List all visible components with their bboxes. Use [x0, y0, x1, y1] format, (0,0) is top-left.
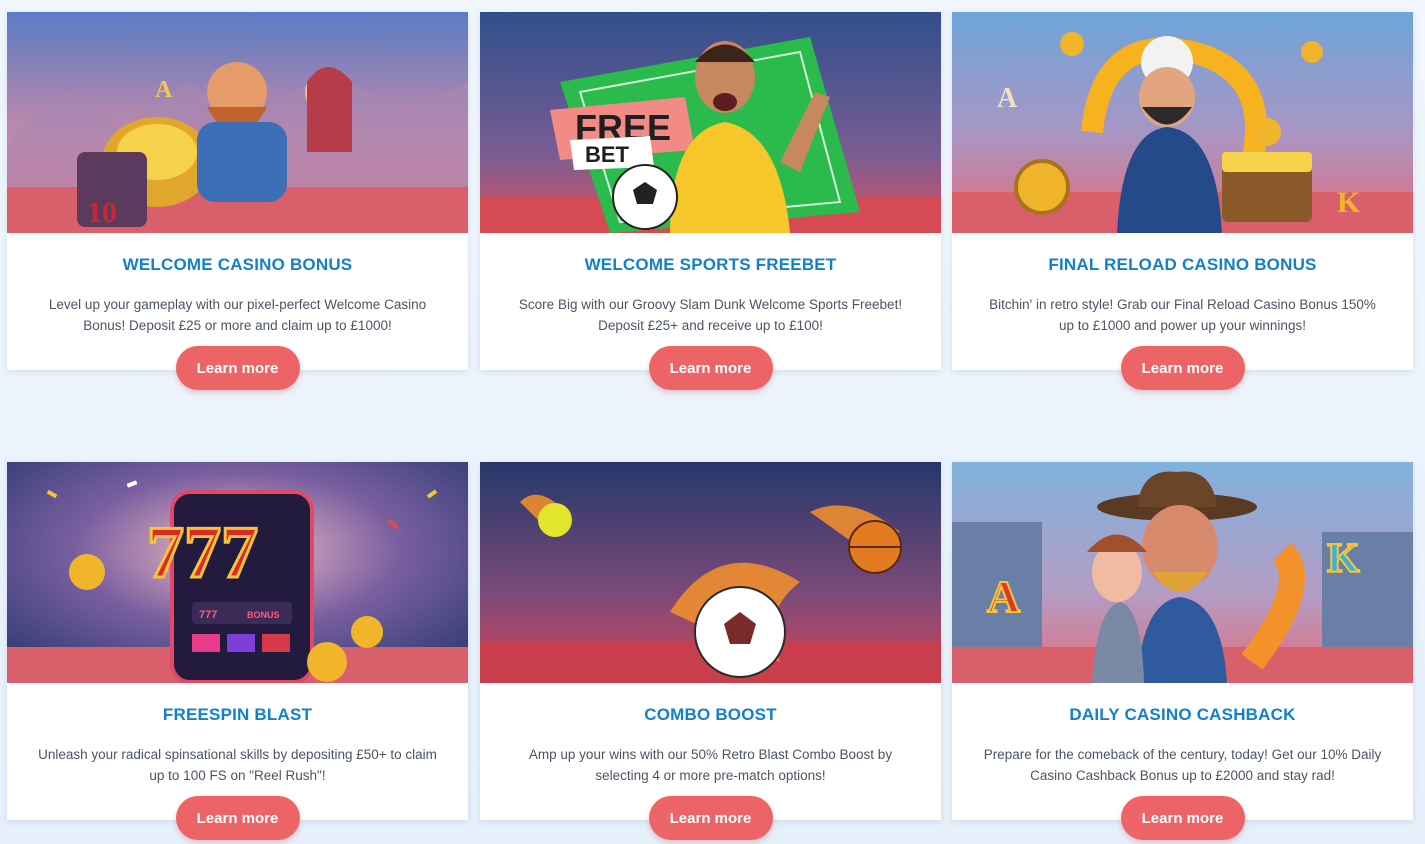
promo-description: Score Big with our Groovy Slam Dunk Welc…: [518, 297, 903, 333]
learn-more-button[interactable]: Learn more: [1120, 796, 1245, 840]
big-sevens-text: 777: [147, 512, 258, 594]
promo-card-welcome-casino: A 10 WELCOME CASINO BONUS Level up your …: [7, 12, 468, 390]
promo-card-freespin-blast: 777 BONUS 777 FREESPIN BLAST Unleash you…: [7, 462, 468, 840]
promo-image-welcome-sports[interactable]: FREE BET: [480, 12, 941, 233]
learn-more-button[interactable]: Learn more: [648, 346, 773, 390]
promo-title: DAILY CASINO CASHBACK: [1069, 705, 1296, 724]
svg-text:K: K: [1337, 186, 1361, 219]
promo-image-final-reload[interactable]: A K: [952, 12, 1413, 233]
dwarf-treasure-illustration: A 10: [7, 12, 468, 233]
promo-card-daily-cashback: A K DAILY CASINO CASHBACK Prepare for th…: [952, 462, 1413, 840]
learn-more-button[interactable]: Learn more: [175, 346, 300, 390]
learn-more-button[interactable]: Learn more: [175, 796, 300, 840]
promo-title: FINAL RELOAD CASINO BONUS: [1048, 255, 1317, 274]
promo-description: Prepare for the comeback of the century,…: [983, 747, 1382, 783]
pirate-captain-illustration: A K: [952, 12, 1413, 233]
promo-card-final-reload: A K FINAL RELOAD CASINO BONUS Bitchin' i…: [952, 12, 1413, 390]
svg-text:A: A: [997, 83, 1018, 114]
svg-text:K: K: [1327, 536, 1360, 582]
learn-more-button[interactable]: Learn more: [648, 796, 773, 840]
promo-image-daily-cashback[interactable]: A K: [952, 462, 1413, 683]
promo-image-combo-boost[interactable]: [480, 462, 941, 683]
flaming-balls-illustration: [480, 462, 941, 683]
promo-description: Level up your gameplay with our pixel-pe…: [48, 297, 427, 333]
svg-text:A: A: [987, 571, 1020, 622]
promo-title: FREESPIN BLAST: [162, 705, 313, 724]
promo-description: Amp up your wins with our 50% Retro Blas…: [528, 747, 893, 783]
bet-text: BET: [585, 142, 630, 167]
promo-title: COMBO BOOST: [644, 705, 777, 724]
promo-card-welcome-sports: FREE BET WELCOME SPORTS FREEBET Score Bi…: [480, 12, 941, 390]
promo-description: Bitchin' in retro style! Grab our Final …: [989, 297, 1376, 333]
promo-title: WELCOME SPORTS FREEBET: [584, 255, 837, 274]
promo-image-welcome-casino[interactable]: A 10: [7, 12, 468, 233]
svg-text:A: A: [155, 77, 173, 103]
freebet-soccer-illustration: FREE BET: [480, 12, 941, 233]
svg-text:10: 10: [87, 196, 117, 229]
learn-more-button[interactable]: Learn more: [1120, 346, 1245, 390]
reel-sevens-text: 777: [199, 609, 217, 621]
promo-description: Unleash your radical spinsational skills…: [38, 747, 437, 783]
promo-title: WELCOME CASINO BONUS: [122, 255, 353, 274]
cowboy-western-illustration: A K: [952, 462, 1413, 683]
promo-card-combo-boost: COMBO BOOST Amp up your wins with our 50…: [480, 462, 941, 840]
bonus-text: BONUS: [247, 610, 280, 620]
slot-machine-illustration: 777 BONUS 777: [7, 462, 468, 683]
promotions-grid: A 10 WELCOME CASINO BONUS Level up your …: [0, 0, 1425, 844]
promo-image-freespin-blast[interactable]: 777 BONUS 777: [7, 462, 468, 683]
